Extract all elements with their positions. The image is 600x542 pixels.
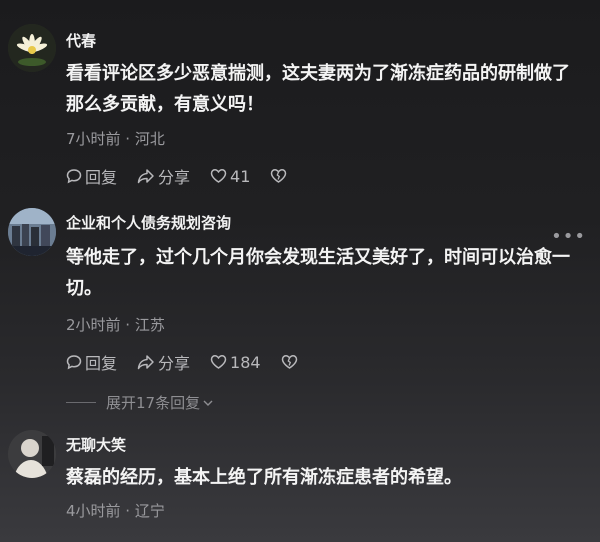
comment-meta: 2小时前 · 江苏 [66, 316, 165, 334]
share-label: 分享 [158, 354, 191, 373]
dislike-button[interactable] [281, 354, 301, 370]
office-photo-avatar-icon [8, 208, 56, 256]
person-photo-avatar-icon [8, 430, 56, 478]
like-button[interactable]: 184 [210, 353, 261, 372]
reply-label: 回复 [85, 354, 118, 373]
comment-meta: 7小时前 · 河北 [66, 130, 165, 148]
comment-actions: 回复 分享 184 [66, 350, 321, 374]
share-button[interactable]: 分享 [137, 164, 190, 188]
reply-label: 回复 [85, 168, 118, 187]
expand-replies-button[interactable]: 展开17条回复 [66, 392, 214, 413]
avatar[interactable] [8, 208, 56, 256]
like-count: 41 [230, 166, 251, 186]
reply-button[interactable]: 回复 [66, 350, 117, 374]
share-label: 分享 [158, 168, 191, 187]
comment-text: 蔡磊的经历，基本上绝了所有渐冻症患者的希望。 [66, 467, 462, 488]
reply-button[interactable]: 回复 [66, 164, 117, 188]
broken-heart-icon [271, 169, 287, 183]
like-count: 184 [230, 352, 261, 372]
share-arrow-icon [137, 355, 154, 370]
broken-heart-icon [281, 355, 297, 369]
comment-author[interactable]: 无聊大笑 [66, 434, 126, 455]
comment-author[interactable]: 代春 [66, 30, 96, 51]
comment-author[interactable]: 企业和个人债务规划咨询 [66, 212, 231, 233]
dislike-button[interactable] [270, 168, 290, 184]
comment-bubble-icon [66, 169, 82, 184]
lotus-avatar-icon [8, 24, 56, 72]
expand-replies-label: 展开17条回复 [106, 394, 201, 412]
comment-text: 等他走了，过个几个月你会发现生活又美好了，时间可以治愈一切。 [66, 247, 570, 299]
comment-text: 看看评论区多少恶意揣测，这夫妻两为了渐冻症药品的研制做了那么多贡献，有意义吗！ [66, 63, 570, 115]
chevron-down-icon [203, 400, 213, 406]
comment-bubble-icon [66, 355, 82, 370]
comment-actions: 回复 分享 41 [66, 164, 310, 188]
share-button[interactable]: 分享 [137, 350, 190, 374]
heart-icon [210, 169, 227, 183]
share-arrow-icon [137, 169, 154, 184]
heart-icon [210, 355, 227, 369]
avatar[interactable] [8, 24, 56, 72]
avatar[interactable] [8, 430, 56, 478]
like-button[interactable]: 41 [210, 167, 250, 186]
comment-meta: 4小时前 · 辽宁 [66, 502, 165, 520]
divider-line [66, 402, 96, 403]
